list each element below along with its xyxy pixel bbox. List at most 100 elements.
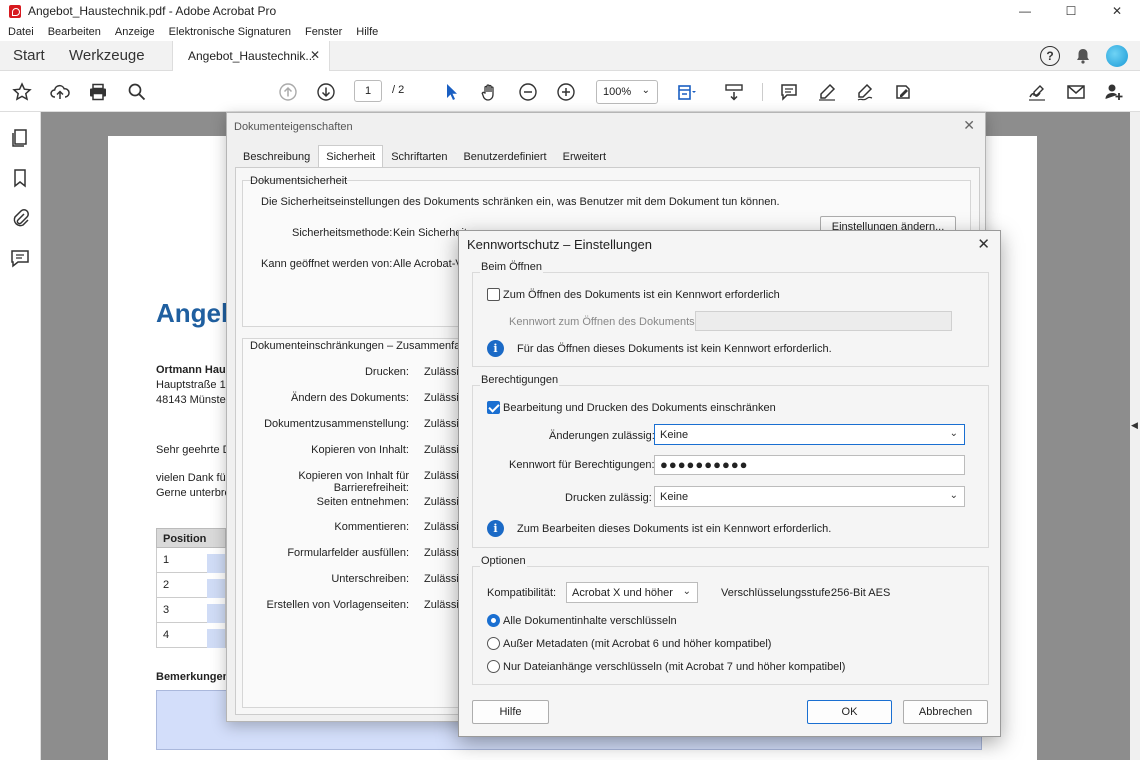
tab-bar-actions: ? — [1040, 45, 1128, 67]
open-password-info: Für das Öffnen dieses Dokuments ist kein… — [517, 343, 832, 355]
previous-page-icon[interactable] — [277, 81, 299, 103]
compatibility-select[interactable]: Acrobat X und höher ⌄ — [566, 582, 698, 603]
open-password-label: Kennwort zum Öffnen des Dokuments: — [509, 316, 698, 328]
zoom-select[interactable]: 100% ⌄ — [596, 80, 658, 104]
ok-button[interactable]: OK — [807, 700, 892, 724]
tab-schriftarten[interactable]: Schriftarten — [383, 145, 455, 168]
menu-anzeige[interactable]: Anzeige — [107, 26, 161, 38]
help-button[interactable]: Hilfe — [472, 700, 549, 724]
print-allowed-select[interactable]: Keine ⌄ — [654, 486, 965, 507]
draw-icon[interactable] — [854, 81, 876, 103]
restriction-label: Formularfelder ausfüllen: — [287, 547, 409, 560]
encrypt-all-label: Alle Dokumentinhalte verschlüsseln — [503, 615, 677, 627]
pages-icon[interactable] — [9, 127, 31, 149]
table-cell: 1 — [163, 554, 170, 566]
dialog-title: Dokumenteigenschaften — [234, 121, 353, 133]
menu-signaturen[interactable]: Elektronische Signaturen — [161, 26, 297, 38]
security-group-title: Dokumentsicherheit — [250, 175, 348, 187]
chevron-down-icon: ⌄ — [949, 490, 958, 501]
scroll-mode-icon[interactable] — [723, 81, 745, 103]
cancel-button[interactable]: Abbrechen — [903, 700, 988, 724]
mail-icon[interactable] — [1065, 81, 1087, 103]
chevron-down-icon: ⌄ — [682, 586, 691, 597]
permissions-password-input[interactable]: ●●●●●●●●●● — [654, 455, 965, 475]
star-icon[interactable] — [11, 81, 33, 103]
menu-datei[interactable]: Datei — [0, 26, 40, 38]
encrypt-all-radio[interactable] — [487, 614, 500, 627]
minimize-button[interactable]: — — [1002, 0, 1048, 22]
body-line-2: Gerne unterbre — [156, 487, 231, 499]
close-icon[interactable]: ✕ — [963, 117, 975, 134]
avatar[interactable] — [1106, 45, 1128, 67]
close-icon[interactable]: ✕ — [977, 235, 990, 253]
restriction-label: Kommentieren: — [334, 521, 409, 534]
zoom-value: 100% — [603, 86, 632, 98]
zoom-in-icon[interactable] — [555, 81, 577, 103]
require-open-password-checkbox[interactable] — [487, 288, 500, 301]
changes-allowed-label: Änderungen zulässig: — [549, 430, 655, 442]
chevron-down-icon: ⌄ — [949, 428, 958, 439]
comments-panel-icon[interactable] — [9, 247, 31, 269]
sign-icon[interactable] — [1026, 81, 1048, 103]
permissions-info: Zum Bearbeiten dieses Dokuments ist ein … — [517, 523, 832, 535]
hand-tool-icon[interactable] — [478, 81, 500, 103]
window-title: Angebot_Haustechnik.pdf - Adobe Acrobat … — [28, 4, 277, 18]
highlight-pen-icon[interactable] — [816, 81, 838, 103]
restriction-label: Kopieren von Inhalt für Barrierefreiheit… — [298, 469, 409, 494]
next-page-icon[interactable] — [315, 81, 337, 103]
bookmark-icon[interactable] — [9, 167, 31, 189]
encrypt-attachments-label: Nur Dateianhänge verschlüsseln (mit Acro… — [503, 661, 846, 673]
table-cell: 4 — [163, 629, 170, 641]
salutation: Sehr geehrte Da — [156, 444, 237, 456]
menu-bearbeiten[interactable]: Bearbeiten — [40, 26, 107, 38]
page-number-input[interactable]: 1 — [354, 80, 382, 102]
changes-allowed-select[interactable]: Keine ⌄ — [654, 424, 965, 445]
tab-close-icon[interactable]: ✕ — [310, 48, 320, 62]
attachment-icon[interactable] — [9, 207, 31, 229]
require-open-password-label: Zum Öffnen des Dokuments ist ein Kennwor… — [503, 289, 780, 301]
maximize-button[interactable]: ☐ — [1048, 0, 1094, 22]
chevron-left-icon: ◀ — [1131, 420, 1138, 430]
page-layout-icon[interactable] — [675, 81, 697, 103]
table-row: 4 — [156, 623, 226, 648]
bell-icon[interactable] — [1074, 47, 1092, 65]
tab-tools[interactable]: Werkzeuge — [69, 47, 145, 64]
changes-allowed-value: Keine — [660, 429, 689, 441]
company-street: Hauptstraße 12 — [156, 379, 232, 391]
document-heading: Angeb — [156, 298, 237, 328]
dialog-title: Kennwortschutz – Einstellungen — [467, 237, 653, 252]
encrypt-attachments-radio[interactable] — [487, 660, 500, 673]
tab-benutzerdefiniert[interactable]: Benutzerdefiniert — [455, 145, 554, 168]
tab-document[interactable]: Angebot_Haustechnik... ✕ — [172, 41, 330, 71]
comment-icon[interactable] — [778, 81, 800, 103]
tab-erweitert[interactable]: Erweitert — [555, 145, 614, 168]
table-row: 3 — [156, 598, 226, 623]
stamp-edit-icon[interactable] — [892, 81, 914, 103]
select-cursor-icon[interactable] — [440, 81, 462, 103]
restrict-editing-checkbox[interactable] — [487, 401, 500, 414]
encrypt-except-metadata-radio[interactable] — [487, 637, 500, 650]
menu-hilfe[interactable]: Hilfe — [348, 26, 384, 38]
security-description: Die Sicherheitseinstellungen des Dokumen… — [261, 196, 780, 208]
toolbar: 1 / 2 100% ⌄ — [0, 71, 1140, 112]
tab-beschreibung[interactable]: Beschreibung — [235, 145, 318, 168]
right-panel-toggle[interactable]: ◀ — [1130, 112, 1140, 760]
search-icon[interactable] — [126, 81, 148, 103]
tab-start[interactable]: Start — [13, 47, 45, 64]
toolbar-separator — [762, 83, 763, 101]
permissions-password-label: Kennwort für Berechtigungen: — [509, 459, 655, 471]
close-window-button[interactable]: ✕ — [1094, 0, 1140, 22]
compatibility-label: Kompatibilität: — [487, 587, 557, 599]
help-icon[interactable]: ? — [1040, 46, 1060, 66]
add-user-icon[interactable] — [1103, 81, 1125, 103]
menu-fenster[interactable]: Fenster — [297, 26, 348, 38]
print-icon[interactable] — [87, 81, 109, 103]
open-password-input[interactable] — [695, 311, 952, 331]
open-by-value: Alle Acrobat-Ve — [393, 258, 469, 270]
options-section-legend: Optionen — [480, 555, 527, 567]
table-cell-field — [207, 554, 225, 573]
zoom-out-icon[interactable] — [517, 81, 539, 103]
tab-sicherheit[interactable]: Sicherheit — [318, 145, 384, 168]
permissions-section-legend: Berechtigungen — [480, 374, 560, 386]
cloud-upload-icon[interactable] — [49, 81, 71, 103]
